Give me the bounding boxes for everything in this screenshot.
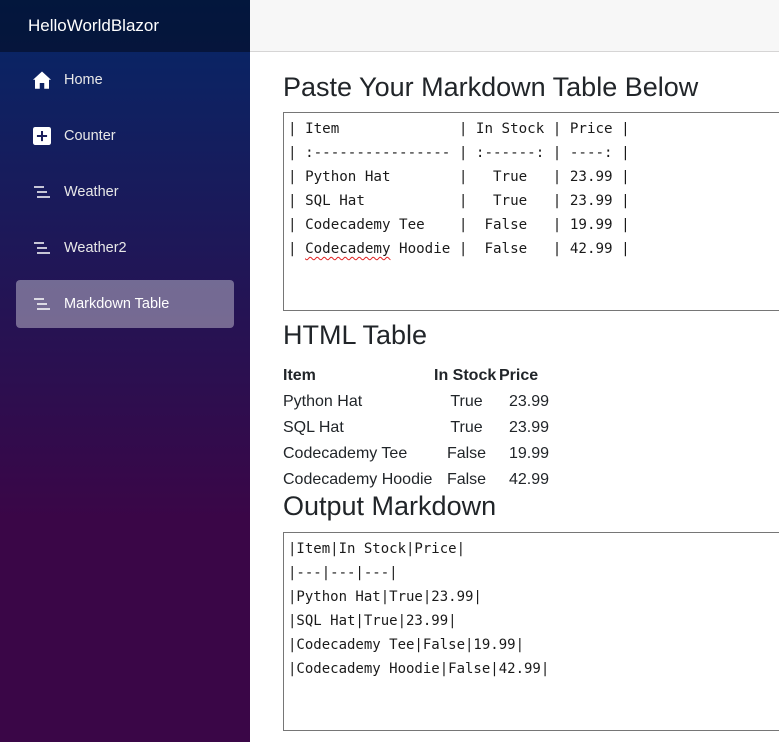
cell-item: SQL Hat — [283, 419, 344, 436]
brand-bar: HelloWorldBlazor — [0, 0, 250, 52]
table-row: Codecademy Tee False 19.99 — [283, 441, 549, 467]
nav-item-label: Home — [64, 72, 103, 88]
nav-menu: Home Counter Weather Weather2 Markdown T… — [0, 52, 250, 328]
input-line: | Codecademy Tee | False | 19.99 | — [288, 217, 630, 233]
list-nested-icon — [32, 294, 52, 314]
html-table-heading: HTML Table — [283, 320, 428, 350]
nav-item-counter[interactable]: Counter — [16, 112, 234, 160]
nav-item-markdown-table[interactable]: Markdown Table — [16, 280, 234, 328]
cell-price: 23.99 — [508, 393, 549, 410]
list-nested-icon — [32, 182, 52, 202]
sidebar: HelloWorldBlazor Home Counter Weather We… — [0, 0, 250, 742]
paste-heading: Paste Your Markdown Table Below — [283, 72, 699, 102]
table-row: SQL Hat True 23.99 — [283, 415, 549, 441]
cell-in-stock: False — [446, 471, 487, 488]
table-header-row: Item In Stock Price — [283, 363, 549, 389]
nav-item-label: Weather2 — [64, 240, 127, 256]
nav-item-label: Weather — [64, 184, 119, 200]
cell-item: Codecademy Tee — [283, 445, 408, 462]
cell-in-stock: True — [450, 393, 483, 410]
markdown-output-textarea[interactable]: |Item|In Stock|Price| |---|---|---| |Pytho… — [283, 532, 779, 731]
input-line: | :---------------- | :------: | ----: | — [288, 145, 630, 161]
home-icon — [32, 70, 52, 90]
app-window: HelloWorldBlazor Home Counter Weather We… — [0, 0, 779, 742]
nav-item-weather2[interactable]: Weather2 — [16, 224, 234, 272]
output-line: |---|---|---| — [288, 565, 398, 581]
nav-item-label: Markdown Table — [64, 296, 170, 312]
column-header-item: Item — [283, 367, 316, 384]
input-line: | Item | In Stock | Price | — [288, 121, 630, 137]
list-nested-icon — [32, 238, 52, 258]
brand-link[interactable]: HelloWorldBlazor — [28, 16, 159, 36]
input-line-last: | Codecademy Hoodie | False | 42.99 | — [288, 241, 630, 257]
cell-item: Python Hat — [283, 393, 363, 410]
cell-price: 23.99 — [508, 419, 549, 436]
output-line: |Python Hat|True|23.99| — [288, 589, 482, 605]
spellcheck-underline: Codecademy — [305, 241, 391, 257]
column-header-price: Price — [499, 367, 539, 384]
input-line: | Python Hat | True | 23.99 | — [288, 169, 630, 185]
nav-item-weather[interactable]: Weather — [16, 168, 234, 216]
markdown-input-textarea[interactable]: | Item | In Stock | Price | | :----------… — [283, 112, 779, 311]
output-line: |Item|In Stock|Price| — [288, 541, 466, 557]
column-header-in-stock: In Stock — [434, 367, 497, 384]
cell-item: Codecademy Hoodie — [283, 471, 433, 488]
output-line: |SQL Hat|True|23.99| — [288, 613, 457, 629]
output-line: |Codecademy Hoodie|False|42.99| — [288, 661, 550, 677]
nav-item-label: Counter — [64, 128, 116, 144]
top-row — [250, 0, 779, 52]
input-line: | SQL Hat | True | 23.99 | — [288, 193, 630, 209]
output-markdown-heading: Output Markdown — [283, 491, 497, 521]
html-table: Item In Stock Price Python Hat True 23.9… — [283, 363, 549, 493]
output-line: |Codecademy Tee|False|19.99| — [288, 637, 525, 653]
cell-price: 42.99 — [508, 471, 549, 488]
table-row: Python Hat True 23.99 — [283, 389, 549, 415]
cell-in-stock: True — [450, 419, 483, 436]
plus-square-icon — [32, 126, 52, 146]
cell-in-stock: False — [446, 445, 487, 462]
cell-price: 19.99 — [508, 445, 549, 462]
table-row: Codecademy Hoodie False 42.99 — [283, 467, 549, 493]
nav-item-home[interactable]: Home — [16, 56, 234, 104]
